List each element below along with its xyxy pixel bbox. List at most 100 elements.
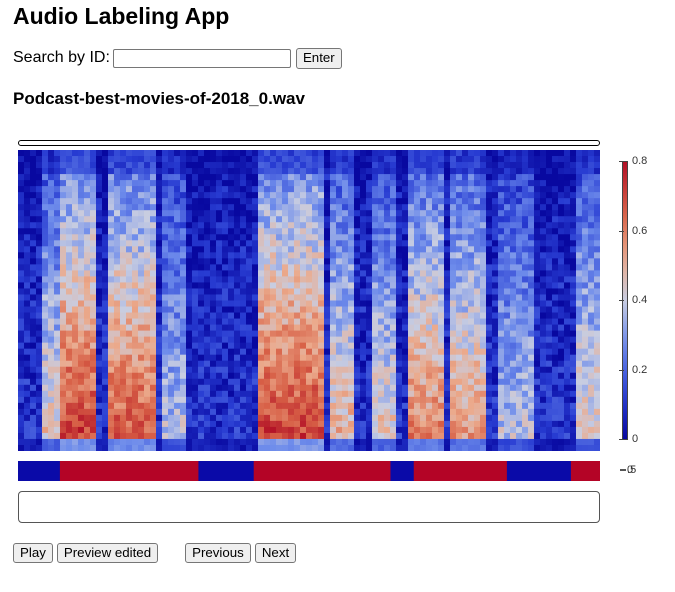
spectrogram-cell [564, 180, 571, 187]
spectrogram-cell [60, 150, 67, 157]
spectrogram-cell [216, 342, 223, 350]
spectrogram-cell [264, 204, 271, 211]
spectrogram-cell [336, 294, 343, 302]
spectrogram-cell [90, 432, 97, 440]
search-input[interactable] [112, 48, 291, 68]
spectrogram-cell [180, 378, 187, 386]
spectrogram-cell [366, 384, 373, 392]
spectrogram-cell [336, 240, 343, 247]
spectrogram-cell [444, 408, 451, 416]
spectrogram-cell [294, 396, 301, 404]
spectrogram-cell [378, 366, 385, 374]
spectrogram-cell [444, 360, 451, 368]
spectrogram-cell [216, 294, 223, 302]
spectrogram-cell [138, 180, 145, 187]
spectrogram-cell [360, 174, 367, 181]
spectrogram-cell [84, 174, 91, 181]
spectrogram-cell [342, 420, 349, 428]
spectrogram-cell [240, 402, 247, 410]
spectrogram-cell [222, 444, 229, 451]
previous-button[interactable]: Previous [185, 542, 251, 563]
spectrogram-cell [414, 390, 421, 398]
spectrogram-cell [138, 270, 145, 278]
spectrogram-cell [84, 252, 91, 259]
spectrogram-cell [342, 426, 349, 434]
preview-edited-button[interactable]: Preview edited [56, 542, 159, 563]
spectrogram-cell [552, 354, 559, 362]
spectrogram-cell [198, 156, 205, 163]
spectrogram-cell [126, 330, 133, 338]
spectrogram-cell [444, 234, 451, 241]
spectrogram-cell [102, 312, 109, 320]
spectrogram-cell [408, 414, 415, 422]
spectrogram-cell [402, 390, 409, 398]
spectrogram-cell [18, 306, 25, 314]
spectrogram-cell [582, 438, 589, 446]
spectrogram-cell [384, 246, 391, 253]
spectrogram[interactable] [18, 150, 600, 451]
label-text-box[interactable] [18, 491, 600, 523]
spectrogram-cell [522, 162, 529, 169]
spectrogram-cell [444, 246, 451, 253]
spectrogram-cell [588, 366, 595, 374]
spectrogram-cell [468, 360, 475, 368]
spectrogram-cell [234, 180, 241, 187]
spectrogram-cell [348, 360, 355, 368]
spectrogram-cell [582, 402, 589, 410]
spectrogram-cell [450, 414, 457, 422]
spectrogram-cell [558, 282, 565, 290]
spectrogram-cell [210, 324, 217, 332]
spectrogram-cell [414, 366, 421, 374]
spectrogram-cell [402, 240, 409, 247]
label-strip[interactable] [18, 461, 600, 481]
spectrogram-cell [408, 420, 415, 428]
spectrogram-cell [162, 432, 169, 440]
spectrogram-cell [426, 354, 433, 362]
spectrogram-cell [42, 282, 49, 290]
spectrogram-cell [216, 324, 223, 332]
spectrogram-cell [492, 234, 499, 241]
spectrogram-cell [474, 336, 481, 344]
playback-progress-bar[interactable] [18, 140, 600, 146]
spectrogram-cell [126, 180, 133, 187]
spectrogram-cell [552, 366, 559, 374]
spectrogram-cell [408, 240, 415, 247]
spectrogram-cell [114, 318, 121, 326]
spectrogram-cell [402, 306, 409, 314]
colorbar-tick [619, 300, 624, 301]
spectrogram-cell [468, 258, 475, 265]
spectrogram-cell [306, 330, 313, 338]
spectrogram-cell [48, 186, 55, 193]
spectrogram-cell [396, 402, 403, 410]
spectrogram-cell [174, 444, 181, 451]
spectrogram-cell [240, 162, 247, 169]
spectrogram-cell [510, 174, 517, 181]
enter-button[interactable]: Enter [295, 47, 342, 69]
spectrogram-cell [582, 300, 589, 308]
spectrogram-cell [36, 396, 43, 404]
spectrogram-cell [588, 306, 595, 314]
spectrogram-cell [390, 402, 397, 410]
spectrogram-cell [252, 348, 259, 356]
play-button[interactable]: Play [13, 542, 53, 563]
spectrogram-cell [384, 186, 391, 193]
next-button[interactable]: Next [254, 542, 297, 563]
spectrogram-cell [420, 270, 427, 278]
spectrogram-cell [42, 246, 49, 253]
spectrogram-cell [414, 294, 421, 302]
spectrogram-cell [24, 234, 31, 241]
spectrogram-cell [186, 192, 193, 199]
spectrogram-cell [528, 204, 535, 211]
spectrogram-cell [162, 378, 169, 386]
spectrogram-cell [192, 372, 199, 380]
spectrogram-cell [156, 354, 163, 362]
spectrogram-cell [576, 204, 583, 211]
spectrogram-cell [120, 168, 127, 175]
spectrogram-cell [48, 360, 55, 368]
spectrogram-cell [456, 348, 463, 356]
spectrogram-cell [126, 222, 133, 229]
spectrogram-cell [276, 378, 283, 386]
spectrogram-cell [144, 258, 151, 265]
spectrogram-cell [282, 390, 289, 398]
spectrogram-cell [24, 348, 31, 356]
